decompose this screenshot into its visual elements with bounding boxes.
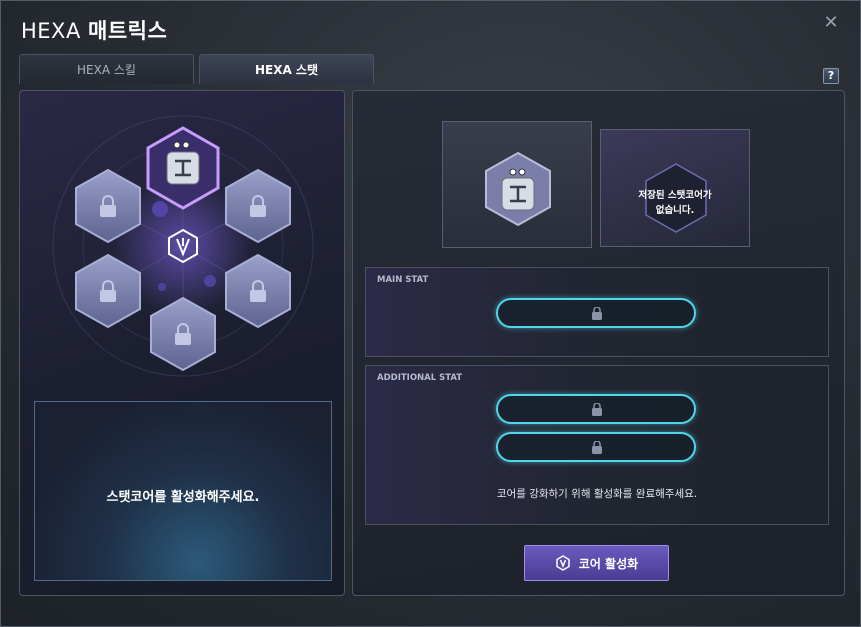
additional-stat-slot[interactable] <box>496 432 696 462</box>
activate-core-button[interactable]: 코어 활성화 <box>524 545 669 581</box>
saved-core-message: 저장된 스탯코어가 없습니다. <box>638 190 712 216</box>
core-detail-panel: 저장된 스탯코어가 없습니다. MAIN STAT ADDITIONAL STA… <box>352 90 845 596</box>
additional-stat-note: 코어를 강화하기 위해 활성화를 완료해주세요. <box>496 488 698 500</box>
saved-core-slot[interactable]: 저장된 스탯코어가 없습니다. <box>600 129 750 247</box>
core-description-text: 스탯코어를 활성화해주세요. <box>106 490 260 505</box>
additional-stat-section: ADDITIONAL STAT 코어를 강화하기 위해 활성화를 완료해주세요. <box>365 365 829 525</box>
stat-core-icon <box>485 151 551 227</box>
tab-hexa-skill[interactable]: HEXA 스킬 <box>19 54 194 84</box>
main-stat-section: MAIN STAT <box>365 267 829 357</box>
main-stat-label: MAIN STAT <box>377 275 429 285</box>
core-matrix-panel: 스탯코어를 활성화해주세요. <box>19 90 345 596</box>
hexa-matrix-window: HEXA 매트릭스 ✕ ? HEXA 스킬 HEXA 스탯 스탯코어를 활성화해… <box>0 0 861 627</box>
title-prefix: HEXA <box>21 19 81 43</box>
help-button[interactable]: ? <box>823 68 839 84</box>
core-description-box: 스탯코어를 활성화해주세요. <box>34 401 332 581</box>
window-title: HEXA 매트릭스 <box>21 15 167 45</box>
equipped-core-slot[interactable] <box>442 121 592 248</box>
hexa-core-matrix <box>52 115 314 377</box>
additional-stat-slot[interactable] <box>496 394 696 424</box>
main-stat-slot[interactable] <box>496 298 696 328</box>
additional-stat-label: ADDITIONAL STAT <box>377 373 463 383</box>
lock-icon <box>592 307 602 320</box>
tab-hexa-stat[interactable]: HEXA 스탯 <box>199 54 374 84</box>
lock-icon <box>592 403 602 416</box>
title-main: 매트릭스 <box>88 19 168 43</box>
lock-icon <box>592 441 602 454</box>
close-icon[interactable]: ✕ <box>822 14 840 32</box>
activate-core-label: 코어 활성화 <box>578 556 639 571</box>
hexa-logo-icon <box>556 555 570 571</box>
